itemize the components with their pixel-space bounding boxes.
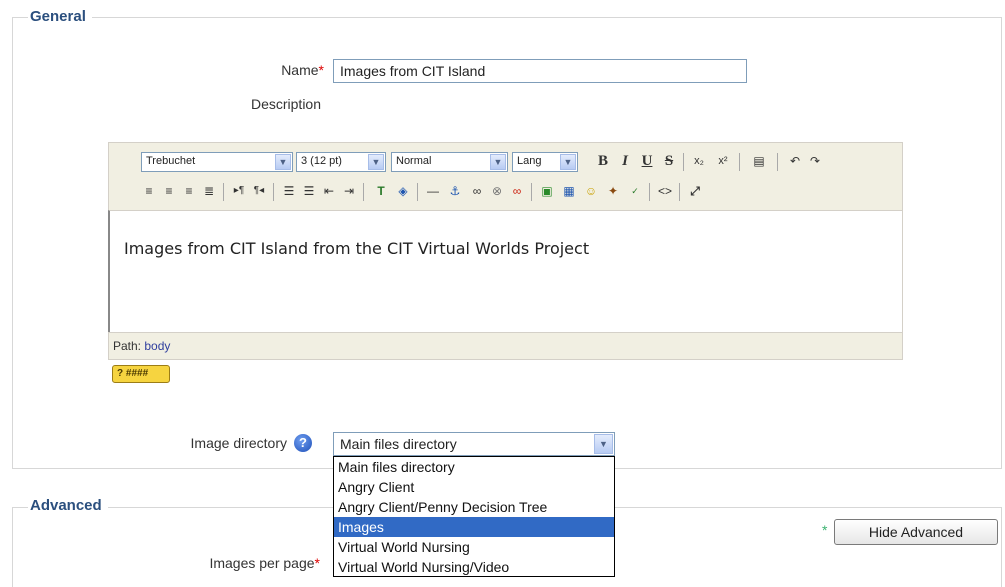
toolbar-separator bbox=[683, 153, 684, 171]
name-input[interactable] bbox=[333, 59, 747, 83]
align-left-icon[interactable]: ≡ bbox=[139, 181, 159, 201]
ltr-icon[interactable]: ▸¶ bbox=[229, 181, 249, 201]
lang-select[interactable]: Lang ▼ bbox=[512, 152, 578, 172]
italic-button[interactable]: I bbox=[615, 151, 635, 171]
image-directory-selected: Main files directory bbox=[340, 436, 457, 452]
unordered-list-icon[interactable]: ☰ bbox=[299, 181, 319, 201]
chevron-down-icon: ▼ bbox=[275, 154, 291, 170]
path-body-link[interactable]: body bbox=[144, 339, 170, 353]
outdent-icon[interactable]: ⇤ bbox=[319, 181, 339, 201]
format-select[interactable]: Normal ▼ bbox=[391, 152, 508, 172]
strikethrough-button[interactable]: S bbox=[659, 151, 679, 171]
special-char-icon[interactable]: ✦ bbox=[603, 181, 623, 201]
dropdown-option[interactable]: Angry Client/Penny Decision Tree bbox=[334, 497, 614, 517]
insert-image-icon[interactable]: ▣ bbox=[537, 181, 557, 201]
advanced-star: * bbox=[822, 522, 828, 538]
nolink-icon[interactable]: ∞ bbox=[507, 181, 527, 201]
superscript-button[interactable]: x² bbox=[713, 151, 733, 171]
toolbar-separator bbox=[739, 153, 740, 171]
lang-value: Lang bbox=[517, 155, 542, 167]
hide-advanced-button[interactable]: Hide Advanced bbox=[834, 519, 998, 545]
editor-content-area[interactable]: Images from CIT Island from the CIT Virt… bbox=[108, 210, 903, 332]
bold-button[interactable]: B bbox=[593, 151, 613, 171]
toolbar-separator bbox=[417, 183, 418, 201]
spellcheck-icon[interactable]: ✓ bbox=[625, 181, 645, 201]
html-source-icon[interactable]: <> bbox=[655, 181, 675, 201]
font-family-select[interactable]: Trebuchet ▼ bbox=[141, 152, 293, 172]
image-directory-dropdown: Main files directory Angry Client Angry … bbox=[333, 456, 615, 577]
subscript-button[interactable]: x₂ bbox=[689, 151, 709, 171]
toolbar-separator bbox=[273, 183, 274, 201]
description-label: Description bbox=[250, 96, 321, 112]
smiley-icon[interactable]: ☺ bbox=[581, 181, 601, 201]
toolbar-separator bbox=[223, 183, 224, 201]
keyboard-shortcuts-button[interactable]: ? #### bbox=[112, 365, 170, 383]
toolbar-separator bbox=[679, 183, 680, 201]
editor-path-bar: Path: body bbox=[108, 332, 903, 360]
name-label-text: Name bbox=[281, 62, 319, 78]
image-directory-select[interactable]: Main files directory ▼ bbox=[333, 432, 615, 456]
required-mark: * bbox=[314, 555, 320, 571]
indent-icon[interactable]: ⇥ bbox=[339, 181, 359, 201]
link-icon[interactable]: ∞ bbox=[467, 181, 487, 201]
toolbar-separator bbox=[649, 183, 650, 201]
rtl-icon[interactable]: ¶◂ bbox=[249, 181, 269, 201]
text-color-icon[interactable]: T bbox=[371, 181, 391, 201]
dropdown-option[interactable]: Virtual World Nursing/Video bbox=[334, 557, 614, 576]
dropdown-option[interactable]: Angry Client bbox=[334, 477, 614, 497]
chevron-down-icon: ▼ bbox=[594, 434, 613, 454]
align-right-icon[interactable]: ≡ bbox=[179, 181, 199, 201]
editor-content-text: Images from CIT Island from the CIT Virt… bbox=[124, 239, 590, 258]
horizontal-rule-icon[interactable]: — bbox=[423, 181, 443, 201]
name-label: Name* bbox=[200, 62, 324, 78]
toolbar-separator bbox=[531, 183, 532, 201]
chevron-down-icon: ▼ bbox=[560, 154, 576, 170]
font-family-value: Trebuchet bbox=[146, 155, 196, 167]
toolbar-separator bbox=[363, 183, 364, 201]
dropdown-option-highlighted[interactable]: Images bbox=[334, 517, 614, 537]
images-per-page-label: Images per page* bbox=[150, 555, 320, 571]
toolbar-separator bbox=[777, 153, 778, 171]
fullscreen-icon[interactable]: ⤢ bbox=[685, 181, 705, 201]
general-legend: General bbox=[28, 8, 92, 25]
help-icon[interactable]: ? bbox=[294, 434, 312, 452]
path-label: Path: bbox=[113, 339, 142, 353]
format-value: Normal bbox=[396, 155, 432, 167]
html-editor: Trebuchet ▼ 3 (12 pt) ▼ Normal ▼ Lang ▼ … bbox=[108, 142, 903, 360]
redo-icon[interactable]: ↷ bbox=[805, 151, 825, 171]
editor-toolbar: Trebuchet ▼ 3 (12 pt) ▼ Normal ▼ Lang ▼ … bbox=[108, 142, 903, 210]
required-mark: * bbox=[318, 62, 324, 78]
align-center-icon[interactable]: ≡ bbox=[159, 181, 179, 201]
underline-button[interactable]: U bbox=[637, 151, 657, 171]
anchor-icon[interactable]: ⚓ bbox=[445, 181, 465, 201]
justify-icon[interactable]: ≣ bbox=[199, 181, 219, 201]
dropdown-option[interactable]: Main files directory bbox=[334, 457, 614, 477]
image-directory-label: Image directory bbox=[190, 435, 287, 451]
ordered-list-icon[interactable]: ☰ bbox=[279, 181, 299, 201]
advanced-legend: Advanced bbox=[28, 497, 108, 514]
unlink-icon[interactable]: ⊗ bbox=[487, 181, 507, 201]
chevron-down-icon: ▼ bbox=[490, 154, 506, 170]
background-color-icon[interactable]: ◈ bbox=[393, 181, 413, 201]
insert-table-icon[interactable]: ▦ bbox=[559, 181, 579, 201]
paste-word-icon[interactable]: ▤ bbox=[749, 151, 769, 171]
font-size-select[interactable]: 3 (12 pt) ▼ bbox=[296, 152, 386, 172]
font-size-value: 3 (12 pt) bbox=[301, 155, 342, 167]
dropdown-option[interactable]: Virtual World Nursing bbox=[334, 537, 614, 557]
chevron-down-icon: ▼ bbox=[368, 154, 384, 170]
images-per-page-text: Images per page bbox=[209, 555, 315, 571]
undo-icon[interactable]: ↶ bbox=[785, 151, 805, 171]
